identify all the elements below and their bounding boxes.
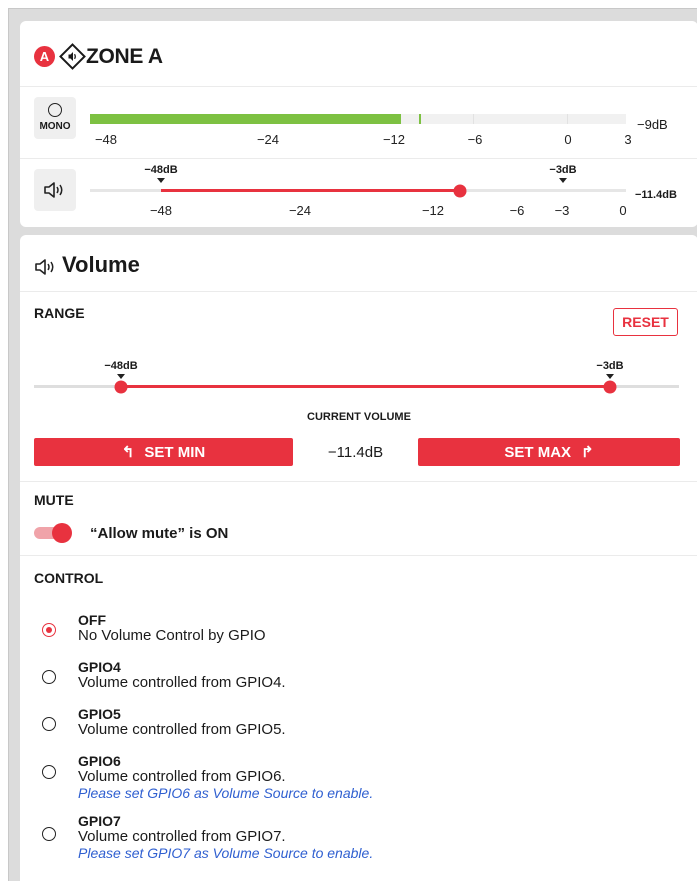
range-min-handle[interactable]	[114, 380, 128, 393]
range-max-label: −3dB	[596, 360, 624, 372]
control-label: CONTROL	[34, 570, 104, 586]
option-title: GPIO6	[78, 753, 121, 769]
level-meter	[90, 114, 626, 124]
app-frame: A ZONE A MONO −48 −24 −12 −6 0 3 −9dB −4…	[8, 8, 697, 881]
volume-panel: Volume RANGE RESET −48dB −3dB CURRENT VO…	[20, 235, 697, 881]
volume-track-fill	[161, 189, 460, 192]
min-marker	[157, 178, 165, 183]
volume-readout: −11.4dB	[635, 189, 677, 201]
option-desc: Volume controlled from GPIO5.	[78, 721, 286, 738]
arrow-up-right-icon: ↱	[581, 444, 594, 461]
option-note: Please set GPIO6 as Volume Source to ena…	[78, 785, 374, 801]
range-max-handle[interactable]	[603, 380, 617, 393]
meter-tick: −12	[382, 132, 406, 147]
set-max-label: SET MAX	[504, 443, 572, 461]
mono-button[interactable]: MONO	[34, 97, 76, 139]
volume-tick: −24	[288, 203, 312, 218]
radio-gpio4[interactable]	[42, 670, 56, 684]
radio-gpio5[interactable]	[42, 717, 56, 731]
range-max-marker	[606, 374, 614, 379]
option-note: Please set GPIO7 as Volume Source to ena…	[78, 845, 374, 861]
option-desc: Volume controlled from GPIO7.	[78, 828, 286, 845]
mute-toggle[interactable]	[34, 523, 72, 543]
meter-tick: −6	[467, 132, 483, 147]
option-desc: No Volume Control by GPIO	[78, 627, 266, 644]
level-meter-fill	[90, 114, 401, 124]
option-desc: Volume controlled from GPIO4.	[78, 674, 286, 691]
zone-badge: A	[34, 46, 55, 67]
max-marker-label: −3dB	[549, 164, 577, 176]
volume-tick: −3	[554, 203, 570, 218]
current-volume-value: −11.4dB	[327, 444, 384, 461]
mono-label: MONO	[39, 121, 71, 132]
meter-tick: 3	[624, 132, 632, 147]
speaker-diamond-icon	[59, 43, 86, 75]
max-marker	[559, 178, 567, 183]
volume-track[interactable]	[90, 184, 626, 197]
volume-tick: −12	[421, 203, 445, 218]
option-desc: Volume controlled from GPIO6.	[78, 768, 286, 785]
current-volume-label: CURRENT VOLUME	[307, 411, 411, 423]
meter-tick: 0	[564, 132, 572, 147]
volume-thumb[interactable]	[453, 184, 467, 197]
option-title: GPIO5	[78, 706, 121, 722]
mute-status: “Allow mute” is ON	[90, 525, 229, 542]
radio-off[interactable]	[42, 623, 56, 637]
radio-gpio7[interactable]	[42, 827, 56, 841]
panel-title: Volume	[62, 252, 140, 277]
mute-label: MUTE	[34, 492, 74, 508]
option-title: OFF	[78, 612, 106, 628]
zone-card: A ZONE A MONO −48 −24 −12 −6 0 3 −9dB −4…	[20, 21, 697, 227]
option-title: GPIO4	[78, 659, 121, 675]
option-title: GPIO7	[78, 813, 121, 829]
radio-gpio6[interactable]	[42, 765, 56, 779]
volume-tick: −48	[149, 203, 173, 218]
speaker-icon	[44, 182, 63, 198]
speaker-icon	[35, 259, 54, 275]
range-label: RANGE	[34, 305, 85, 321]
zone-title: ZONE A	[86, 45, 163, 68]
arrow-up-left-icon: ↰	[121, 444, 135, 461]
mono-circle-icon	[48, 103, 62, 117]
min-marker-label: −48dB	[144, 164, 178, 176]
range-min-label: −48dB	[104, 360, 138, 372]
meter-tick: −24	[256, 132, 280, 147]
range-slider-fill	[121, 385, 610, 388]
meter-tick: −48	[94, 132, 118, 147]
set-min-label: SET MIN	[144, 443, 206, 461]
set-min-button[interactable]: ↰ SET MIN	[34, 438, 293, 466]
volume-tick: 0	[619, 203, 627, 218]
mute-toggle-knob	[52, 523, 72, 543]
meter-readout: −9dB	[637, 117, 668, 132]
volume-button[interactable]	[34, 169, 76, 211]
peak-indicator	[419, 114, 421, 124]
range-min-marker	[117, 374, 125, 379]
range-slider[interactable]	[34, 380, 679, 393]
volume-tick: −6	[509, 203, 525, 218]
reset-button[interactable]: RESET	[613, 308, 678, 336]
set-max-button[interactable]: SET MAX ↱	[418, 438, 680, 466]
